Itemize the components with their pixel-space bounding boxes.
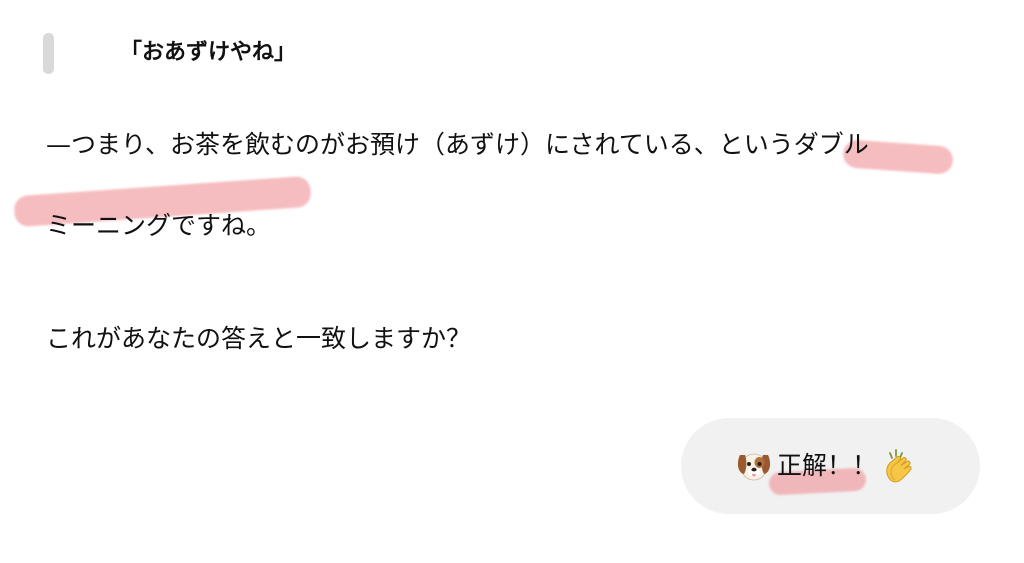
quote-text: 「おあずけやね」: [120, 40, 297, 65]
quote-bar: [43, 33, 54, 74]
clapping-hands-icon: [881, 447, 919, 485]
body-line-2: ミーニングですね。: [46, 211, 272, 240]
body-line-3: これがあなたの答えと一致しますか？: [46, 324, 472, 353]
reply-content: 正解！！: [735, 446, 919, 486]
dog-face-icon: [735, 447, 773, 485]
body-line-1: —つまり、お茶を飲むのがお預け（あずけ）にされている、というダブル: [46, 130, 869, 159]
reply-text: 正解！！: [777, 451, 878, 480]
